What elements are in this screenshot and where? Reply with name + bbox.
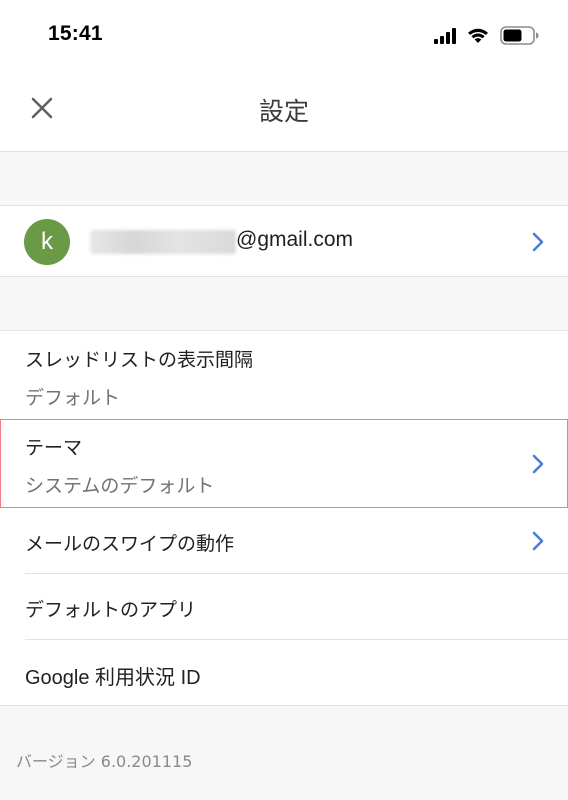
- setting-theme[interactable]: テーマ システムのデフォルト: [0, 419, 568, 508]
- version-label: バージョン 6.0.201115: [16, 752, 193, 771]
- avatar: k: [24, 219, 70, 265]
- setting-thread-density[interactable]: スレッドリストの表示間隔 デフォルト: [0, 331, 568, 419]
- setting-title: Google 利用状況 ID: [25, 667, 201, 689]
- battery-icon: [500, 26, 539, 45]
- setting-title: スレッドリストの表示間隔: [25, 349, 254, 371]
- setting-value: デフォルト: [25, 387, 121, 409]
- status-icons: [434, 24, 544, 48]
- chevron-right-icon: [532, 531, 544, 551]
- status-time: 15:41: [48, 22, 103, 45]
- setting-value: システムのデフォルト: [25, 475, 215, 497]
- email-redacted: [90, 230, 236, 254]
- chevron-right-icon: [532, 232, 544, 252]
- settings-list: スレッドリストの表示間隔 デフォルト テーマ システムのデフォルト メールのスワ…: [0, 330, 568, 706]
- account-email: @gmail.com: [236, 228, 354, 251]
- page-title: 設定: [258, 97, 309, 126]
- setting-title: メールのスワイプの動作: [25, 533, 235, 555]
- chevron-right-icon: [532, 454, 544, 474]
- status-bar: 15:41: [0, 0, 568, 68]
- setting-usage-id[interactable]: Google 利用状況 ID: [0, 640, 568, 706]
- setting-default-apps[interactable]: デフォルトのアプリ: [0, 574, 568, 640]
- account-row[interactable]: k @gmail.com: [0, 205, 568, 277]
- nav-bar: 設定: [0, 68, 568, 152]
- setting-swipe-actions[interactable]: メールのスワイプの動作: [0, 508, 568, 574]
- signal-icon: [434, 28, 456, 44]
- setting-title: デフォルトのアプリ: [25, 599, 197, 621]
- wifi-icon: [468, 28, 488, 43]
- setting-title: テーマ: [25, 437, 83, 459]
